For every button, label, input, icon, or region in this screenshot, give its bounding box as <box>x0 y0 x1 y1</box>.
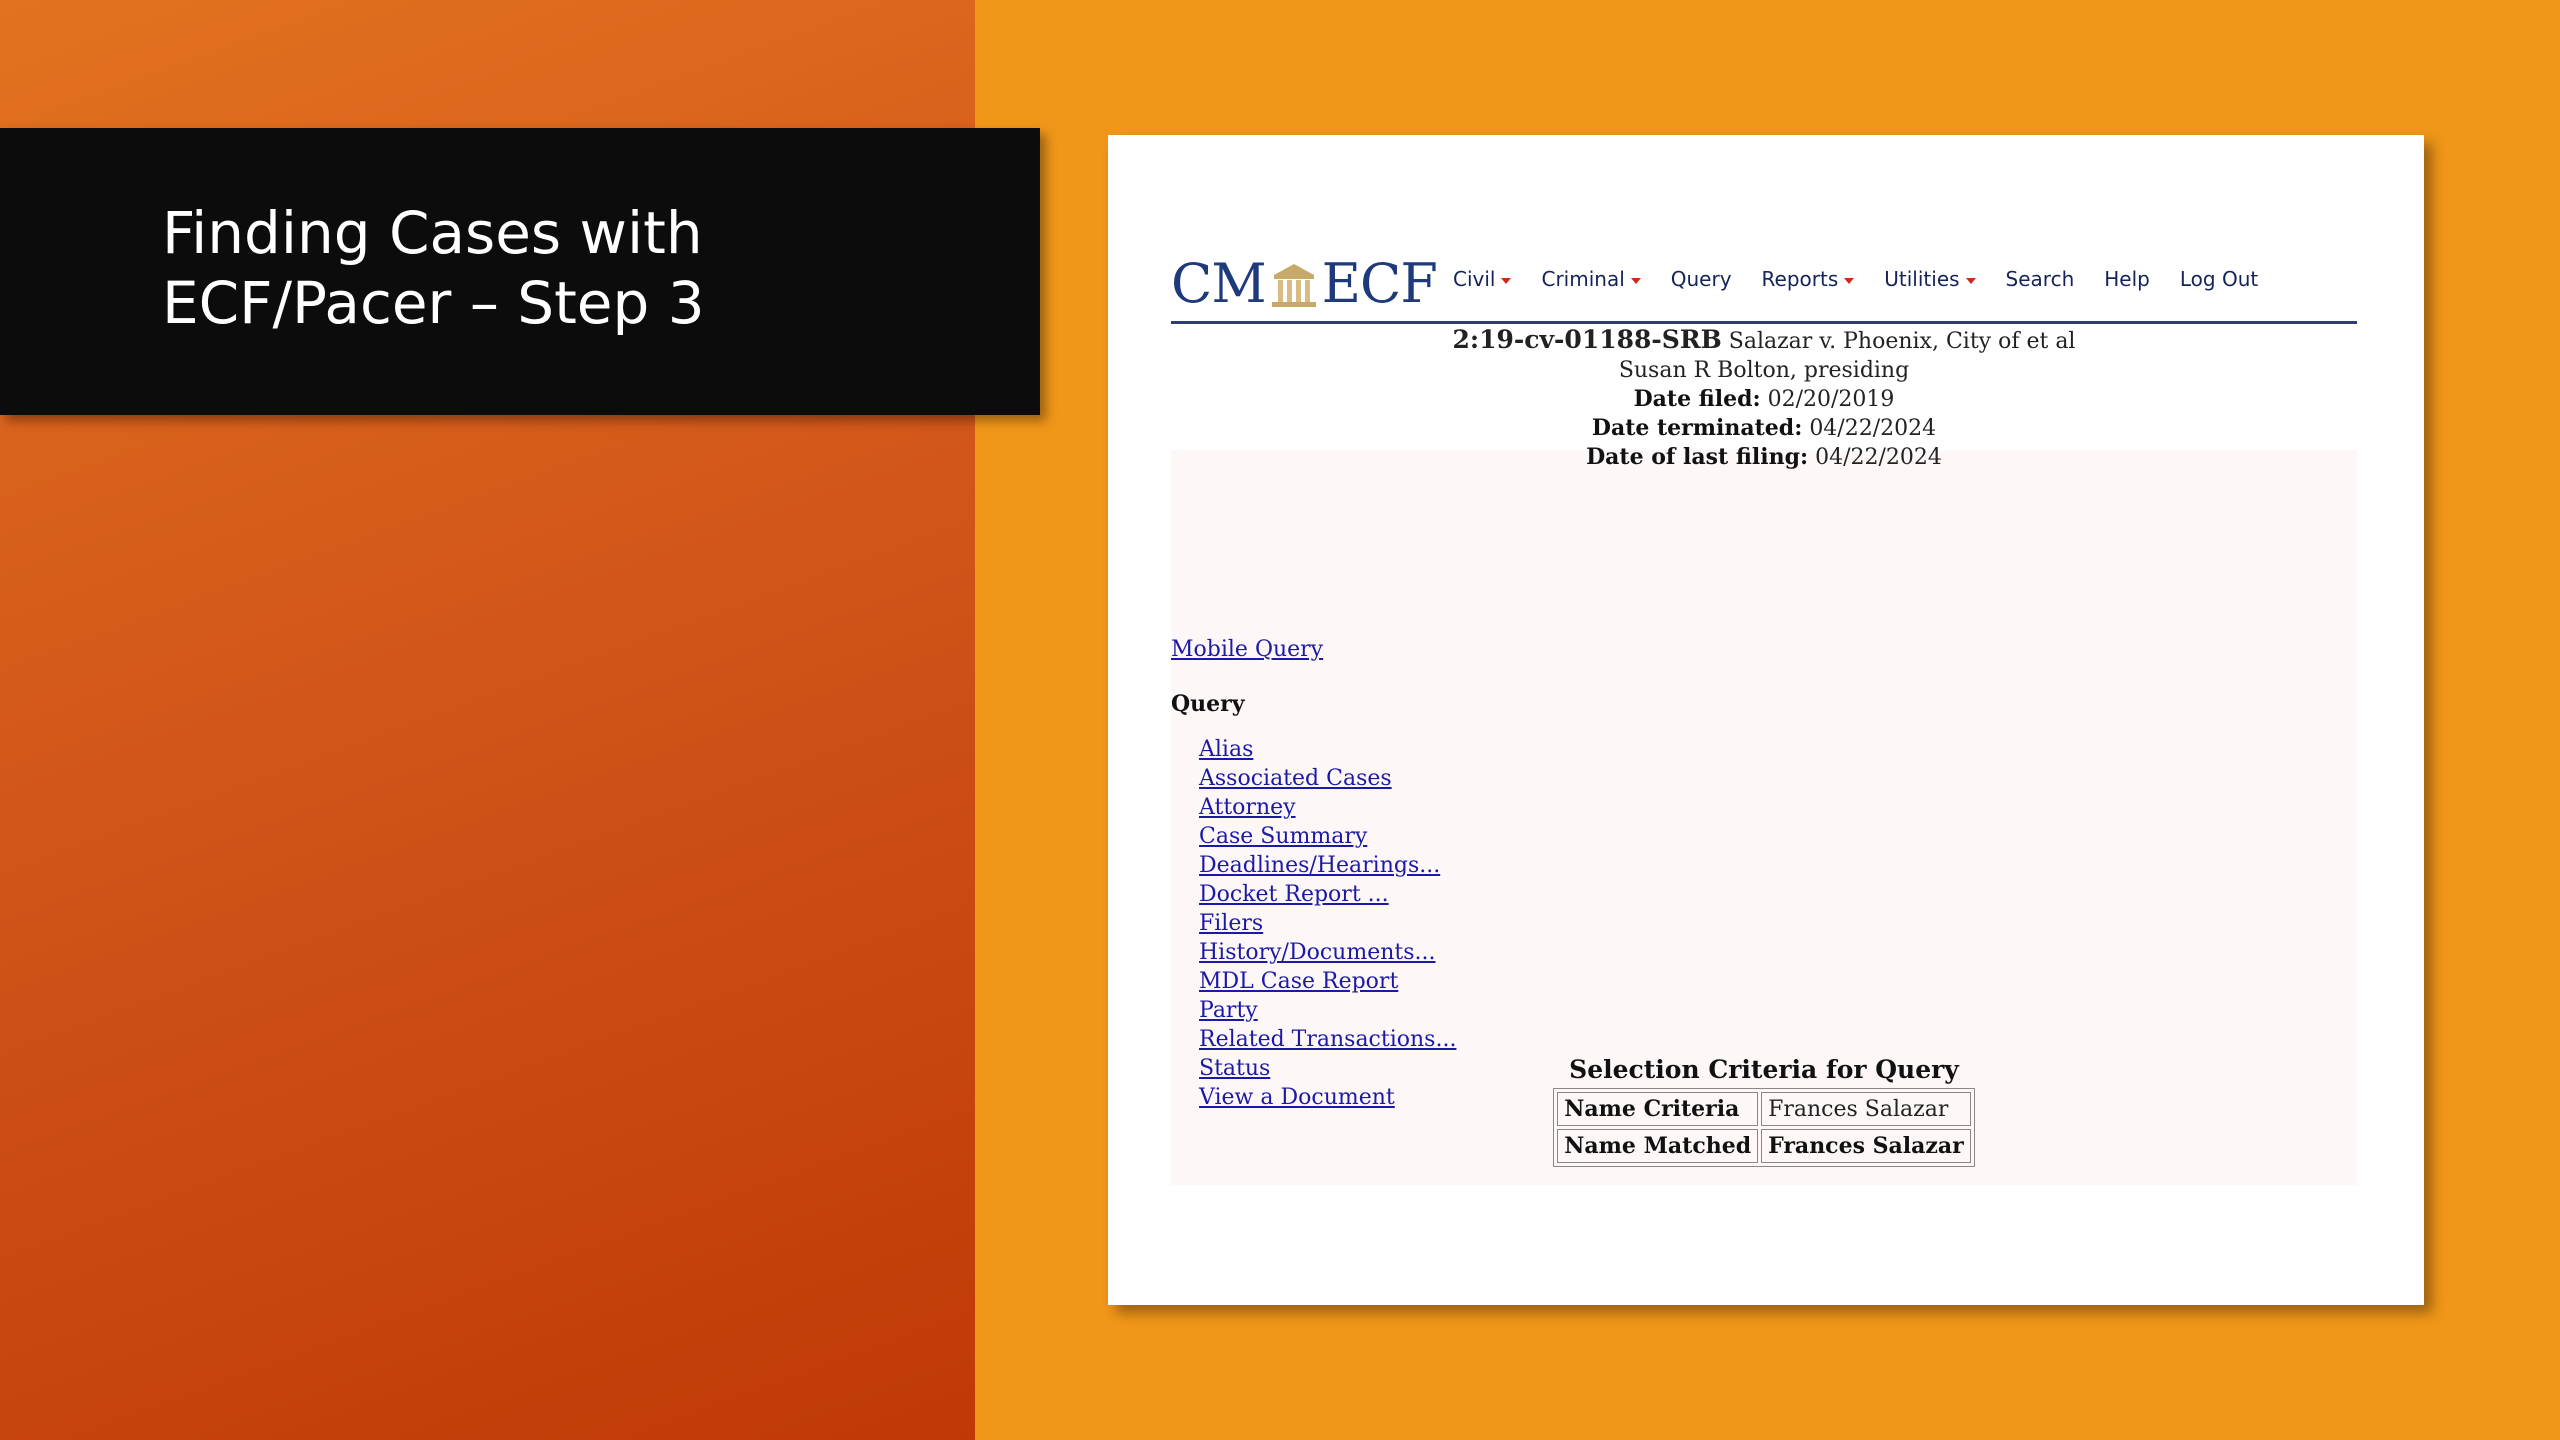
top-navigation: CM ECF Civil Criminal Query Reports Util… <box>1171 245 2357 324</box>
mobile-query-wrap: Mobile Query <box>1171 637 1323 662</box>
cmecf-logo[interactable]: CM ECF <box>1171 252 1438 315</box>
dropdown-caret-icon <box>1965 277 1976 284</box>
date-filed-label: Date filed: <box>1633 386 1761 412</box>
nav-menu: Civil Criminal Query Reports Utilities S… <box>1453 267 2288 291</box>
dropdown-caret-icon <box>1844 277 1855 284</box>
dropdown-caret-icon <box>1630 277 1641 284</box>
nav-utilities[interactable]: Utilities <box>1884 267 1976 291</box>
slide-title-box: Finding Cases with ECF/Pacer – Step 3 <box>0 128 1040 415</box>
query-link-docket-report[interactable]: Docket Report ... <box>1199 882 1389 907</box>
list-item: Filers <box>1199 909 1456 938</box>
case-title: Salazar v. Phoenix, City of et al <box>1728 329 2076 354</box>
date-terminated-label: Date terminated: <box>1591 415 1803 441</box>
nav-help[interactable]: Help <box>2104 267 2150 291</box>
list-item: Docket Report ... <box>1199 880 1456 909</box>
nav-log-out[interactable]: Log Out <box>2180 267 2258 291</box>
date-terminated-row: Date terminated: 04/22/2024 <box>1171 414 2357 443</box>
list-item: Attorney <box>1199 793 1456 822</box>
case-number: 2:19-cv-01188-SRB <box>1452 325 1722 354</box>
courthouse-icon <box>1271 264 1316 307</box>
query-link-alias[interactable]: Alias <box>1199 737 1253 762</box>
date-filed-row: Date filed: 02/20/2019 <box>1171 385 2357 414</box>
mobile-query-link[interactable]: Mobile Query <box>1171 637 1323 662</box>
table-row: Name Criteria Frances Salazar <box>1557 1092 1971 1126</box>
query-link-related-transactions[interactable]: Related Transactions... <box>1199 1027 1456 1052</box>
list-item: Alias <box>1199 735 1456 764</box>
criteria-label: Name Criteria <box>1557 1092 1759 1126</box>
list-item: Associated Cases <box>1199 764 1456 793</box>
query-link-deadlines-hearings[interactable]: Deadlines/Hearings... <box>1199 853 1440 878</box>
query-link-history-documents[interactable]: History/Documents... <box>1199 940 1436 965</box>
query-link-case-summary[interactable]: Case Summary <box>1199 824 1367 849</box>
logo-text-cm: CM <box>1171 252 1267 315</box>
case-header: 2:19-cv-01188-SRB Salazar v. Phoenix, Ci… <box>1171 325 2357 472</box>
nav-criminal[interactable]: Criminal <box>1541 267 1641 291</box>
selection-criteria: Selection Criteria for Query Name Criter… <box>1171 1055 2357 1167</box>
list-item: History/Documents... <box>1199 938 1456 967</box>
query-link-filers[interactable]: Filers <box>1199 911 1263 936</box>
case-judge: Susan R Bolton, presiding <box>1618 358 1910 383</box>
nav-reports[interactable]: Reports <box>1762 267 1855 291</box>
slide-title-line-2: ECF/Pacer – Step 3 <box>162 269 705 337</box>
list-item: Related Transactions... <box>1199 1025 1456 1054</box>
selection-criteria-title: Selection Criteria for Query <box>1569 1055 1959 1084</box>
list-item: Party <box>1199 996 1456 1025</box>
date-filed: 02/20/2019 <box>1767 387 1895 412</box>
list-item: MDL Case Report <box>1199 967 1456 996</box>
slide-title: Finding Cases with ECF/Pacer – Step 3 <box>162 198 1022 338</box>
criteria-value: Frances Salazar <box>1761 1092 1971 1126</box>
case-title-line: 2:19-cv-01188-SRB Salazar v. Phoenix, Ci… <box>1171 325 2357 356</box>
slide-title-line-1: Finding Cases with <box>162 199 703 267</box>
logo-text-ecf: ECF <box>1321 252 1438 315</box>
date-last-filing: 04/22/2024 <box>1815 445 1942 470</box>
criteria-label: Name Matched <box>1557 1129 1759 1163</box>
query-heading: Query <box>1171 691 1245 717</box>
date-last-filing-row: Date of last filing: 04/22/2024 <box>1171 443 2357 472</box>
nav-search[interactable]: Search <box>2006 267 2075 291</box>
screenshot-frame: CM ECF Civil Criminal Query Reports Util… <box>1108 135 2424 1305</box>
table-row: Name Matched Frances Salazar <box>1557 1129 1971 1163</box>
list-item: Deadlines/Hearings... <box>1199 851 1456 880</box>
date-last-filing-label: Date of last filing: <box>1586 444 1809 470</box>
criteria-value: Frances Salazar <box>1761 1129 1971 1163</box>
list-item: Case Summary <box>1199 822 1456 851</box>
dropdown-caret-icon <box>1501 277 1512 284</box>
cmecf-page: CM ECF Civil Criminal Query Reports Util… <box>1171 245 2357 1185</box>
query-link-associated-cases[interactable]: Associated Cases <box>1199 766 1392 791</box>
query-link-mdl-case-report[interactable]: MDL Case Report <box>1199 969 1398 994</box>
date-terminated: 04/22/2024 <box>1809 416 1937 441</box>
criteria-table: Name Criteria Frances Salazar Name Match… <box>1553 1088 1975 1167</box>
nav-civil[interactable]: Civil <box>1453 267 1512 291</box>
nav-query[interactable]: Query <box>1671 267 1732 291</box>
query-link-attorney[interactable]: Attorney <box>1199 795 1296 820</box>
query-link-party[interactable]: Party <box>1199 998 1258 1023</box>
